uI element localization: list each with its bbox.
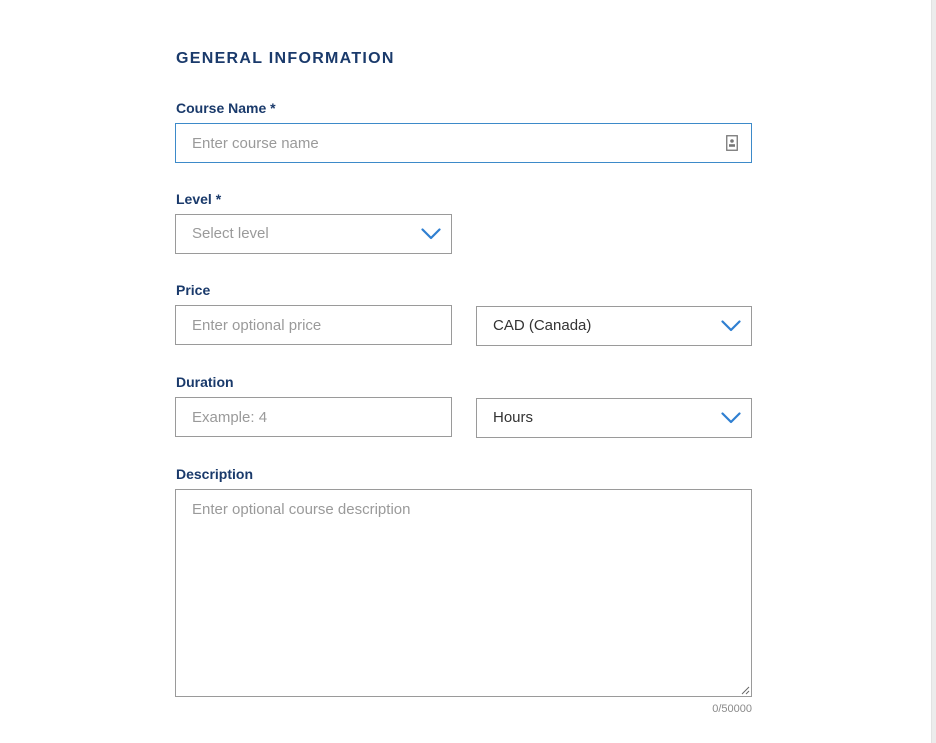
duration-input[interactable] <box>176 398 451 436</box>
duration-label: Duration <box>176 374 234 390</box>
course-name-label: Course Name * <box>176 100 276 116</box>
description-field[interactable] <box>175 489 752 697</box>
currency-select-value: CAD (Canada) <box>493 317 592 334</box>
description-textarea[interactable] <box>176 490 751 696</box>
scrollbar-track[interactable] <box>931 0 936 743</box>
section-title: GENERAL INFORMATION <box>176 50 395 67</box>
level-select-placeholder: Select level <box>192 225 269 242</box>
price-field[interactable] <box>175 305 452 345</box>
currency-select[interactable]: CAD (Canada) <box>476 306 752 346</box>
course-name-input[interactable] <box>176 124 751 162</box>
duration-unit-value: Hours <box>493 409 534 426</box>
duration-unit-select[interactable]: Hours <box>476 398 752 438</box>
course-name-field[interactable] <box>175 123 752 163</box>
price-label: Price <box>176 282 211 298</box>
chevron-down-icon <box>721 412 741 424</box>
contact-card-icon[interactable] <box>726 135 738 151</box>
chevron-down-icon <box>721 320 741 332</box>
resize-handle-icon[interactable] <box>741 686 750 695</box>
price-input[interactable] <box>176 306 451 344</box>
description-label: Description <box>176 466 254 482</box>
level-label: Level * <box>176 191 222 207</box>
level-select[interactable]: Select level <box>175 214 452 254</box>
chevron-down-icon <box>421 228 441 240</box>
duration-field[interactable] <box>175 397 452 437</box>
character-counter: 0/50000 <box>712 703 752 715</box>
